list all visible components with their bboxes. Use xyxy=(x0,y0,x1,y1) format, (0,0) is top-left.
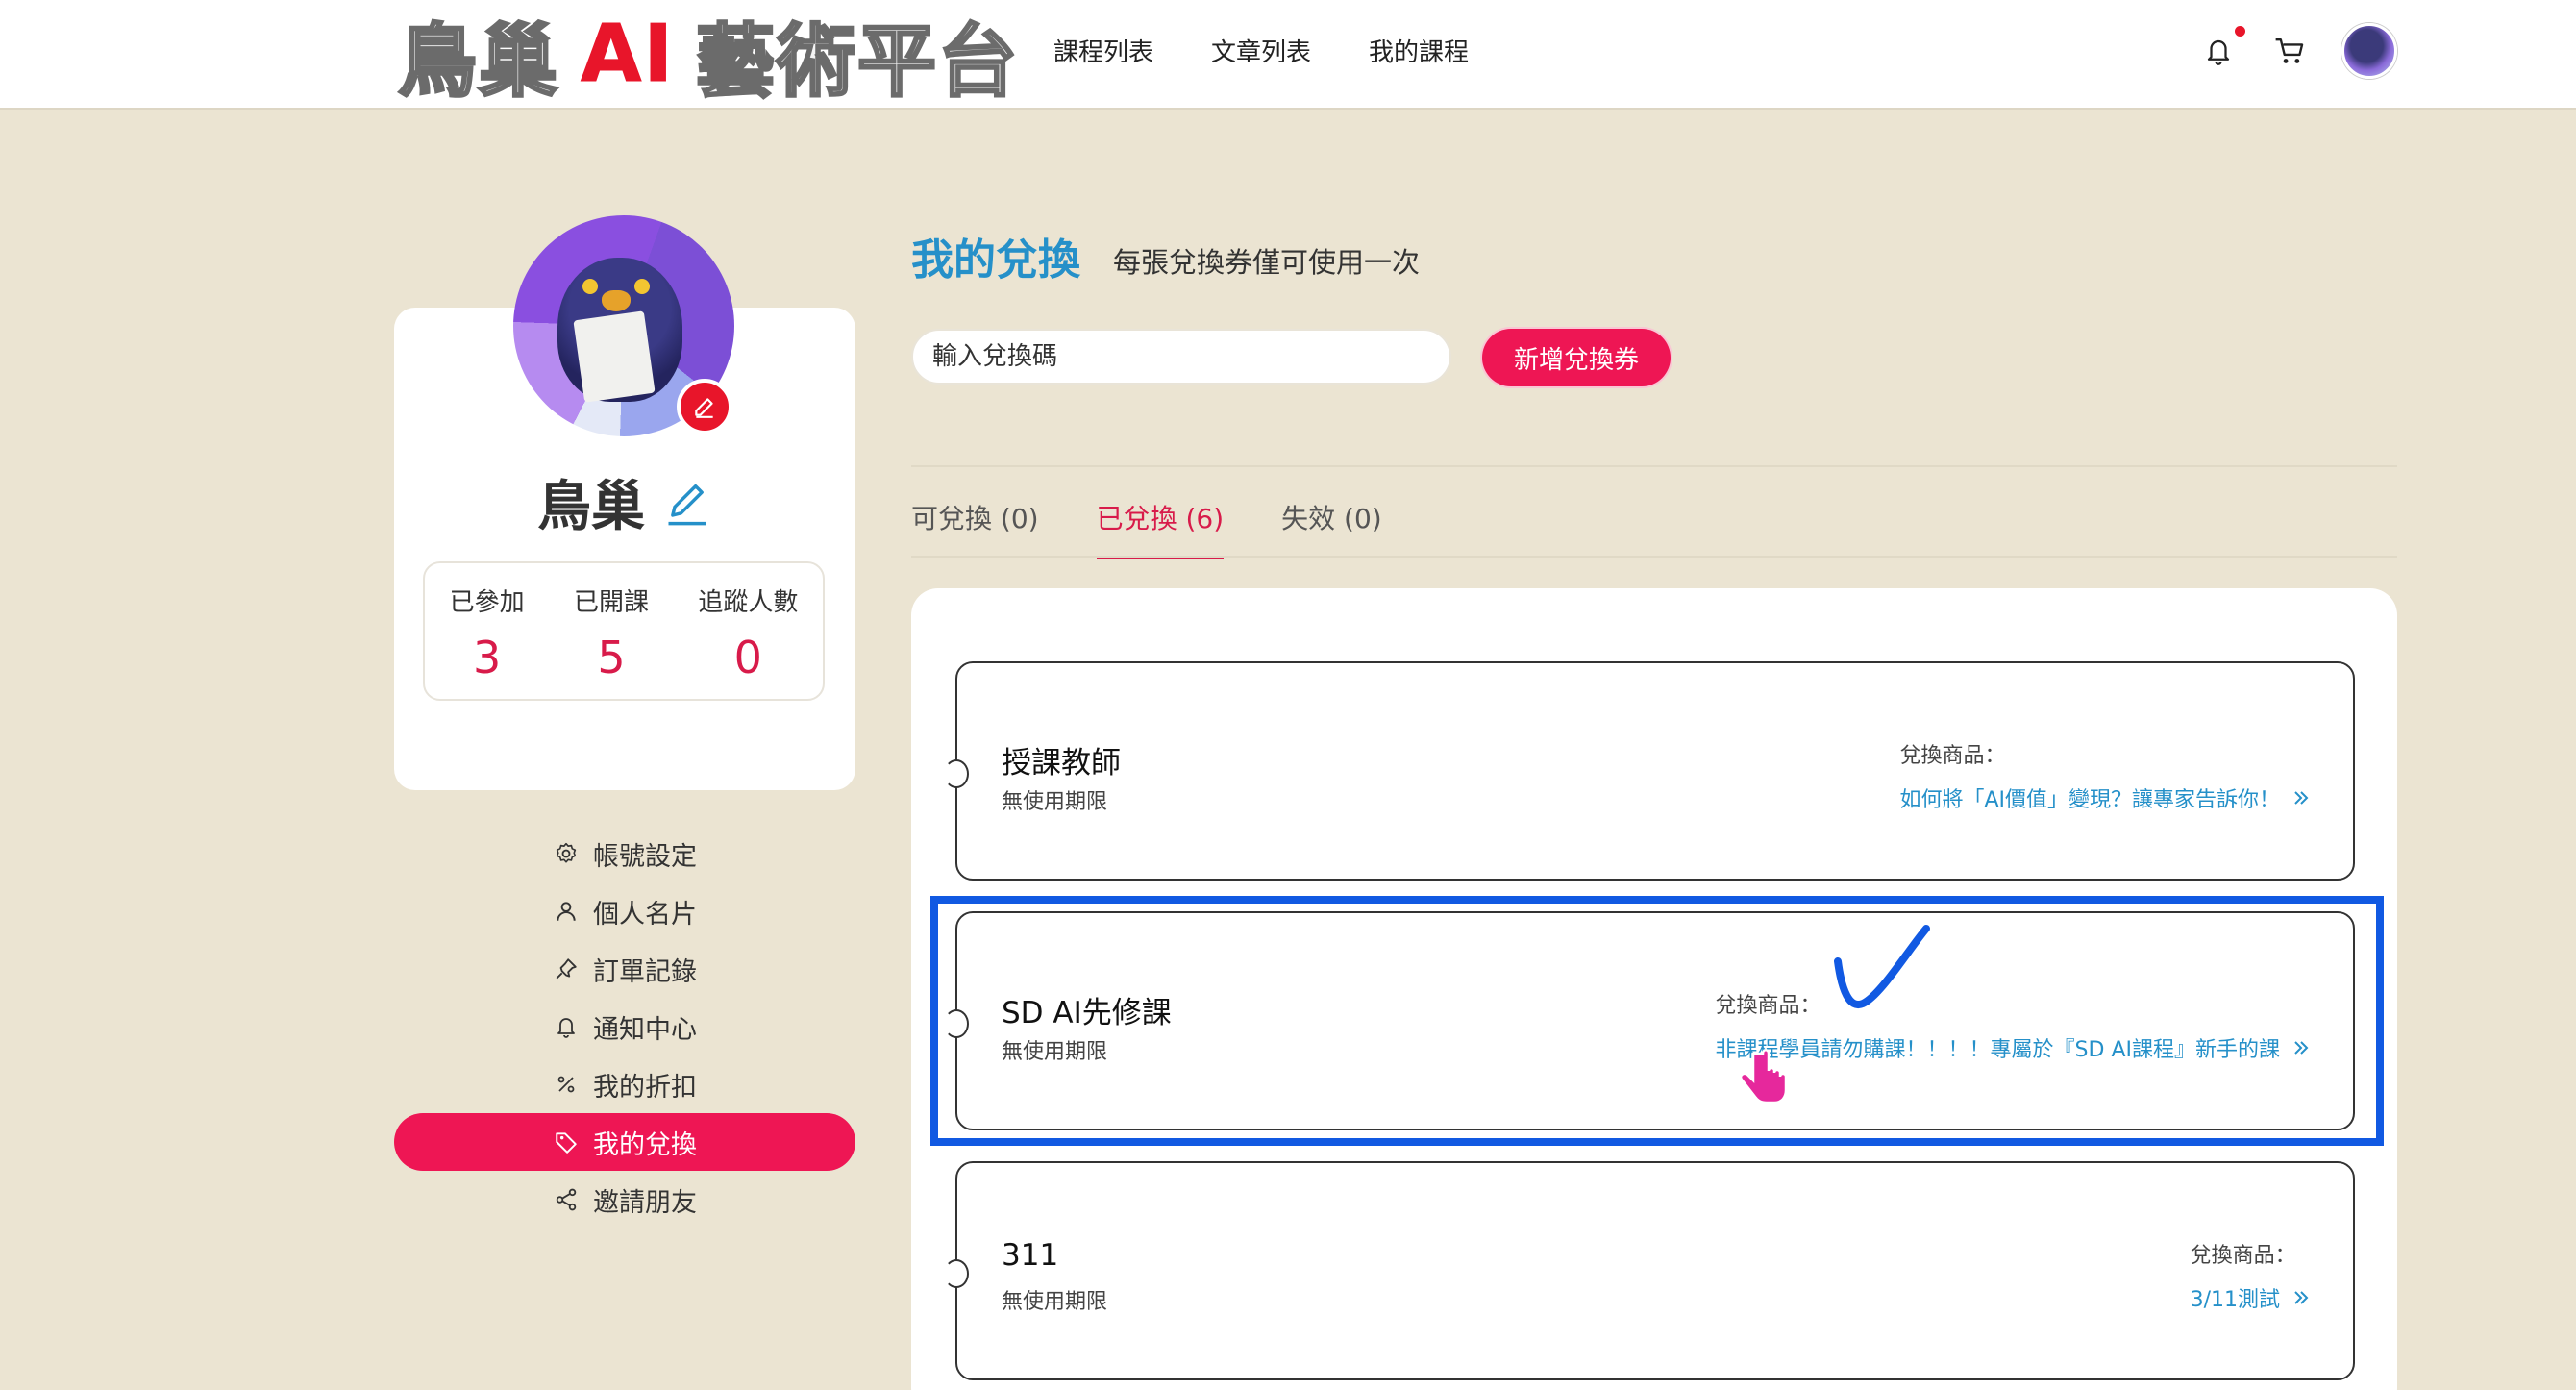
redeem-product-link[interactable]: 3/11測試 xyxy=(2191,1282,2311,1313)
stat-value: 5 xyxy=(597,632,626,683)
voucher-redeem-info: 兌換商品： 3/11測試 xyxy=(2191,1238,2311,1313)
pin-icon xyxy=(553,956,580,982)
stat-label: 已參加 xyxy=(449,588,525,617)
menu-item-redemption[interactable]: 我的兌換 xyxy=(394,1113,855,1171)
user-icon xyxy=(553,898,580,925)
account-menu: 帳號設定 個人名片 訂單記錄 通知中心 我的折扣 我的兌換 邀請朋友 xyxy=(394,825,855,1229)
menu-item-label: 通知中心 xyxy=(593,1014,697,1045)
menu-item-label: 帳號設定 xyxy=(593,841,697,872)
redeem-label: 兌換商品： xyxy=(1899,744,2006,768)
percent-icon xyxy=(553,1071,580,1098)
edit-avatar-button[interactable] xyxy=(677,379,732,434)
stat-joined: 已參加 3 xyxy=(450,583,525,683)
nav-course-list[interactable]: 課程列表 xyxy=(1053,33,1153,68)
redeem-code-input[interactable] xyxy=(911,329,1451,385)
logo-text-1: 鳥巢 xyxy=(396,14,560,109)
site-logo[interactable]: 鳥巢 AI 藝術平台 xyxy=(396,8,1019,109)
bird-beak xyxy=(602,290,631,311)
menu-item-account-settings[interactable]: 帳號設定 xyxy=(394,825,855,882)
divider xyxy=(911,465,2397,467)
stat-label: 追蹤人數 xyxy=(698,588,799,617)
annotation-highlight-box xyxy=(930,896,2384,1146)
double-chevron-right-icon xyxy=(2294,1291,2309,1304)
avatar[interactable] xyxy=(2341,23,2397,79)
redeem-product-text: 3/11測試 xyxy=(2190,1288,2280,1312)
profile-stats: 已參加 3 已開課 5 追蹤人數 0 xyxy=(423,561,825,701)
menu-item-notifications[interactable]: 通知中心 xyxy=(394,998,855,1055)
share-icon xyxy=(553,1186,580,1213)
profile-name: 鳥巢 xyxy=(537,476,645,538)
cart-icon[interactable] xyxy=(2270,32,2309,70)
voucher-name: 授課教師 xyxy=(1002,746,1121,781)
notification-dot xyxy=(2235,26,2245,37)
stat-label: 已開課 xyxy=(573,588,649,617)
bell-icon[interactable] xyxy=(2199,26,2245,70)
bird-paper xyxy=(573,310,656,403)
tag-icon xyxy=(553,1129,580,1155)
pencil-icon xyxy=(695,398,713,418)
edit-name-icon[interactable] xyxy=(662,478,712,528)
voucher-ticket: 311 無使用期限 兌換商品： 3/11測試 xyxy=(944,1161,2355,1380)
ticket-notch xyxy=(944,759,969,788)
bell-icon xyxy=(553,1013,580,1040)
top-header: 鳥巢 AI 藝術平台 課程列表 文章列表 我的課程 xyxy=(0,0,2576,110)
voucher-ticket: 授課教師 無使用期限 兌換商品： 如何將「AI價值」變現？讓專家告訴你！ xyxy=(944,661,2355,881)
stat-opened: 已開課 5 xyxy=(574,583,649,683)
double-chevron-right-icon xyxy=(2294,791,2309,805)
gear-icon xyxy=(553,840,580,867)
menu-item-label: 訂單記錄 xyxy=(593,956,697,987)
voucher-validity: 無使用期限 xyxy=(1002,1290,1108,1314)
add-voucher-button[interactable]: 新增兌換券 xyxy=(1482,329,1671,386)
redeem-product-link[interactable]: 如何將「AI價值」變現？讓專家告訴你！ xyxy=(1899,782,2311,813)
stat-value: 3 xyxy=(473,632,502,683)
bird-eye xyxy=(634,279,650,294)
tab-redeemed[interactable]: 已兌換 (6) xyxy=(1096,498,1225,559)
menu-item-invite-friends[interactable]: 邀請朋友 xyxy=(394,1171,855,1229)
menu-item-business-card[interactable]: 個人名片 xyxy=(394,882,855,940)
nav-my-courses[interactable]: 我的課程 xyxy=(1369,33,1469,68)
ticket-notch xyxy=(944,1259,969,1288)
voucher-tabs: 可兌換 (0) 已兌換 (6) 失效 (0) xyxy=(911,498,1382,559)
logo-text-3: 藝術平台 xyxy=(694,14,1020,109)
pointer-hand-icon xyxy=(1739,1049,1788,1105)
page-subtitle: 每張兌換券僅可使用一次 xyxy=(1113,246,1421,279)
voucher-redeem-info: 兌換商品： 如何將「AI價值」變現？讓專家告訴你！ xyxy=(1899,738,2311,813)
checkmark-icon xyxy=(1834,925,1930,1008)
tab-expired[interactable]: 失效 (0) xyxy=(1281,498,1382,559)
main-nav: 課程列表 文章列表 我的課程 xyxy=(1053,33,1469,68)
menu-item-label: 個人名片 xyxy=(593,899,697,930)
menu-item-discounts[interactable]: 我的折扣 xyxy=(394,1055,855,1113)
page-title: 我的兌換 xyxy=(911,236,1080,285)
menu-item-label: 邀請朋友 xyxy=(593,1187,697,1218)
redeem-product-text: 如何將「AI價值」變現？讓專家告訴你！ xyxy=(1899,788,2280,812)
menu-item-orders[interactable]: 訂單記錄 xyxy=(394,940,855,998)
bird-eye xyxy=(582,279,598,294)
stat-followers: 追蹤人數 0 xyxy=(698,583,798,683)
redeem-label: 兌換商品： xyxy=(2190,1244,2296,1268)
profile-name-row: 鳥巢 xyxy=(394,463,855,541)
voucher-name: 311 xyxy=(1002,1238,1059,1273)
voucher-validity: 無使用期限 xyxy=(1002,790,1108,814)
menu-item-label: 我的折扣 xyxy=(593,1072,697,1103)
tab-redeemable[interactable]: 可兌換 (0) xyxy=(911,498,1039,559)
header-actions xyxy=(2199,23,2397,79)
menu-item-label: 我的兌換 xyxy=(593,1129,697,1160)
logo-text-2: AI xyxy=(581,8,675,100)
stat-value: 0 xyxy=(733,632,762,683)
nav-article-list[interactable]: 文章列表 xyxy=(1211,33,1311,68)
divider xyxy=(911,556,2397,558)
